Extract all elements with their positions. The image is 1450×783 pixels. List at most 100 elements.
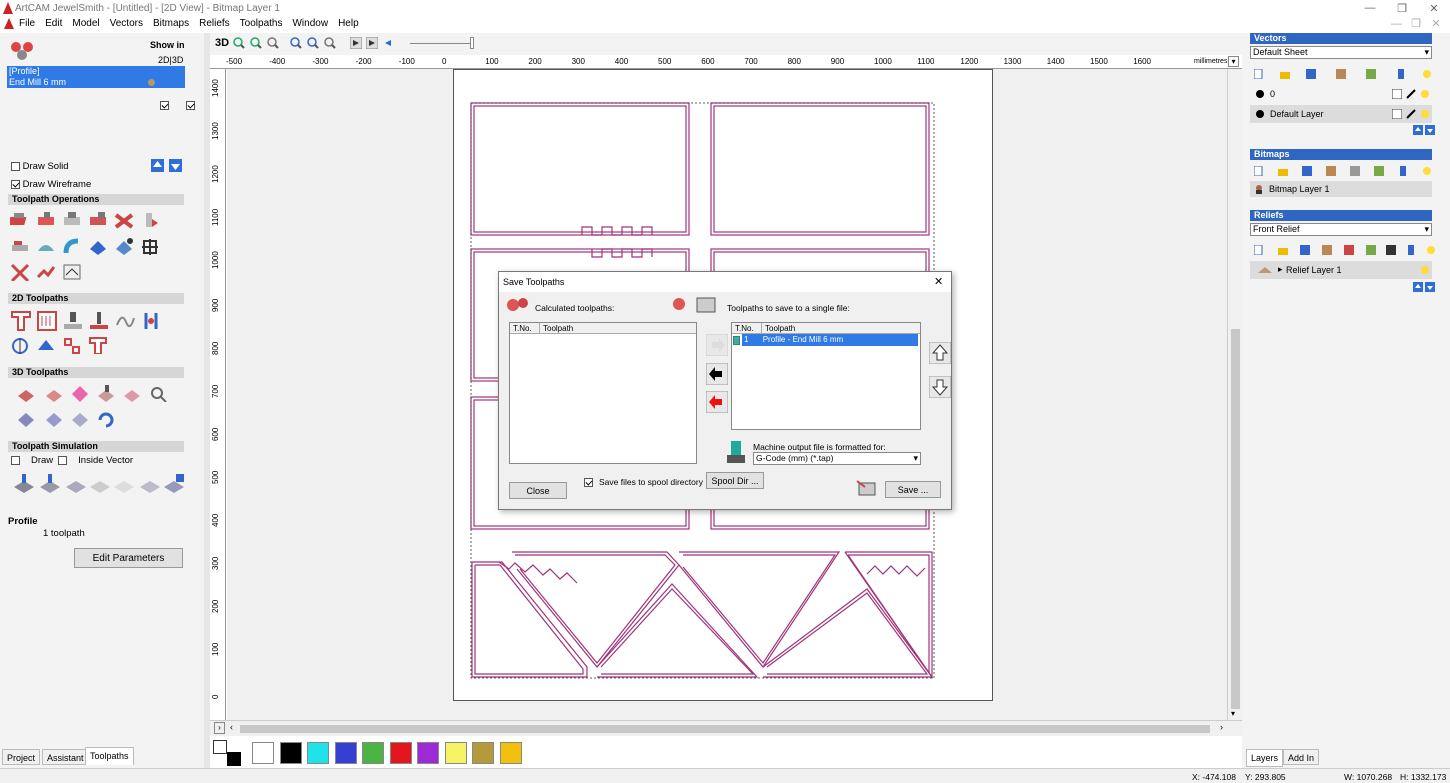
draw-solid-row[interactable]: Draw Solid [11,161,69,172]
toolpath-op-3-icon[interactable] [62,211,82,229]
3d-finishing-icon[interactable] [96,384,116,402]
save-bitmap-icon[interactable] [1302,166,1312,176]
3d-op-8-icon[interactable] [44,410,64,428]
bitmap-tool-6-icon[interactable] [1374,166,1384,176]
spool-dir-button[interactable]: Spool Dir ... [706,472,764,489]
vertical-scroll-thumb[interactable] [1231,329,1240,709]
visible-icon[interactable] [1420,109,1430,119]
toolpath-op-15-icon[interactable] [62,263,82,281]
toolpath-tree[interactable]: [Profile] End Mill 6 mm [7,66,195,111]
palette-color-swatch[interactable] [472,742,494,764]
scroll-right-icon[interactable]: › [1220,722,1223,732]
bitmap-tool-4-icon[interactable] [1326,166,1336,176]
horizontal-scrollbar[interactable]: › ‹ › [210,720,1242,736]
open-relief-icon[interactable] [1278,245,1288,255]
relief-layer-down-icon[interactable] [1425,282,1435,292]
dialog-close-button[interactable]: ✕ [934,275,943,288]
toolpath-op-8-icon[interactable] [36,237,56,255]
bitmap-tool-5-icon[interactable] [1350,166,1360,176]
zoom-box-icon[interactable] [267,37,279,49]
layer-row-0[interactable]: 0 [1250,86,1432,102]
edit-layer-icon[interactable] [1406,109,1416,119]
relief-layer-visible-icon[interactable] [1420,265,1430,275]
3d-op-9-icon[interactable] [70,410,90,428]
reliefs-header[interactable]: Reliefs [1250,210,1432,221]
3d-op-10-icon[interactable] [96,410,116,428]
draw-solid-checkbox[interactable] [11,161,20,171]
restore-button[interactable]: ❐ [1392,2,1412,15]
rest-machining-icon[interactable] [70,384,90,402]
close-button[interactable]: ✕ [1424,2,1444,15]
tab-assistant[interactable]: Assistant [42,749,89,765]
section-toolpath-operations[interactable]: Toolpath Operations [8,194,184,205]
new-relief-icon[interactable] [1254,245,1264,255]
palette-color-swatch[interactable] [389,742,412,764]
menu-model[interactable]: Model [67,18,104,29]
move-up-arrow-icon[interactable] [929,342,951,364]
menu-bitmaps[interactable]: Bitmaps [148,18,194,29]
move-up-icon[interactable] [151,159,164,172]
section-3d-toolpaths[interactable]: 3D Toolpaths [8,367,184,378]
toolpath-op-2-icon[interactable] [36,211,56,229]
edit-layer-icon[interactable] [1406,89,1416,99]
mdi-close-button[interactable]: ✕ [1426,17,1446,30]
import-icon[interactable] [1336,69,1346,79]
visible-icon[interactable] [1420,89,1430,99]
prism-carving-icon[interactable] [36,336,56,354]
section-toolpath-simulation[interactable]: Toolpath Simulation [8,441,184,452]
menu-window[interactable]: Window [287,18,333,29]
palette-color-swatch[interactable] [417,742,439,764]
draw-wireframe-checkbox[interactable] [11,179,20,189]
relief-tool-6-icon[interactable] [1366,245,1376,255]
merge-icon[interactable] [1366,69,1376,79]
lightbulb-icon[interactable] [1422,69,1432,79]
menu-reliefs[interactable]: Reliefs [194,18,235,29]
move-down-arrow-icon[interactable] [929,376,951,398]
2d-sequence-icon[interactable] [140,310,162,332]
relief-select[interactable]: Front Relief [1250,223,1432,236]
palette-color-swatch[interactable] [307,742,329,764]
calculated-toolpaths-list[interactable]: T.No. Toolpath [509,322,697,464]
menu-vectors[interactable]: Vectors [105,18,148,29]
toolpath-op-12-icon[interactable] [140,237,160,255]
toolpath-group[interactable]: [Profile] [7,66,185,77]
sim-draw-checkbox[interactable] [11,456,20,465]
tab-toolpaths[interactable]: Toolpaths [85,747,134,765]
machine-format-select[interactable]: G-Code (mm) (*.tap) [753,452,921,465]
lock-icon[interactable] [1392,89,1402,99]
zoom-out-icon[interactable] [250,37,262,49]
expand-arrow-icon[interactable]: ▸ [1278,264,1283,275]
smart-engraving-icon[interactable] [88,336,108,354]
3d-search-icon[interactable] [148,384,168,402]
delete-bitmap-icon[interactable] [1398,166,1408,176]
toolpath-op-6-icon[interactable] [140,211,160,229]
delete-layer-icon[interactable] [1396,69,1406,79]
open-bitmap-icon[interactable] [1278,166,1288,176]
slider-thumb[interactable] [470,37,474,49]
simulate-all-icon[interactable] [38,473,62,495]
relief-layer-up-icon[interactable] [1413,282,1423,292]
scroll-down-icon[interactable]: ▾ [1231,709,1235,718]
units-dropdown-icon[interactable]: ▾ [1228,56,1239,67]
move-down-icon[interactable] [169,159,182,172]
scroll-left-icon[interactable]: ‹ [230,722,233,732]
relief-layer-row[interactable]: ▸ Relief Layer 1 [1250,261,1432,279]
3d-op-7-icon[interactable] [16,410,36,428]
palette-color-swatch[interactable] [252,742,274,764]
open-folder-icon[interactable] [1280,69,1290,79]
background-color-swatch[interactable] [227,752,241,766]
palette-color-swatch[interactable] [362,742,384,764]
vector-layer-up-icon[interactable] [1413,125,1423,135]
save-list-row[interactable]: 1 Profile - End Mill 6 mm [732,334,920,346]
toolpath-op-9-icon[interactable] [62,237,82,255]
vertical-scrollbar[interactable]: ▾ [1227,69,1242,720]
3d-view-button[interactable]: 3D [215,37,229,49]
close-dialog-button[interactable]: Close [509,482,567,499]
foreground-color-swatch[interactable] [213,740,227,754]
sheet-select[interactable]: Default Sheet [1250,46,1432,59]
edit-parameters-button[interactable]: Edit Parameters [74,548,183,568]
save-vectors-icon[interactable] [1306,69,1316,79]
tab-add-in[interactable]: Add In [1283,749,1320,765]
relief-tool-7-icon[interactable] [1386,245,1396,255]
zoom-selection-icon[interactable] [324,37,336,49]
